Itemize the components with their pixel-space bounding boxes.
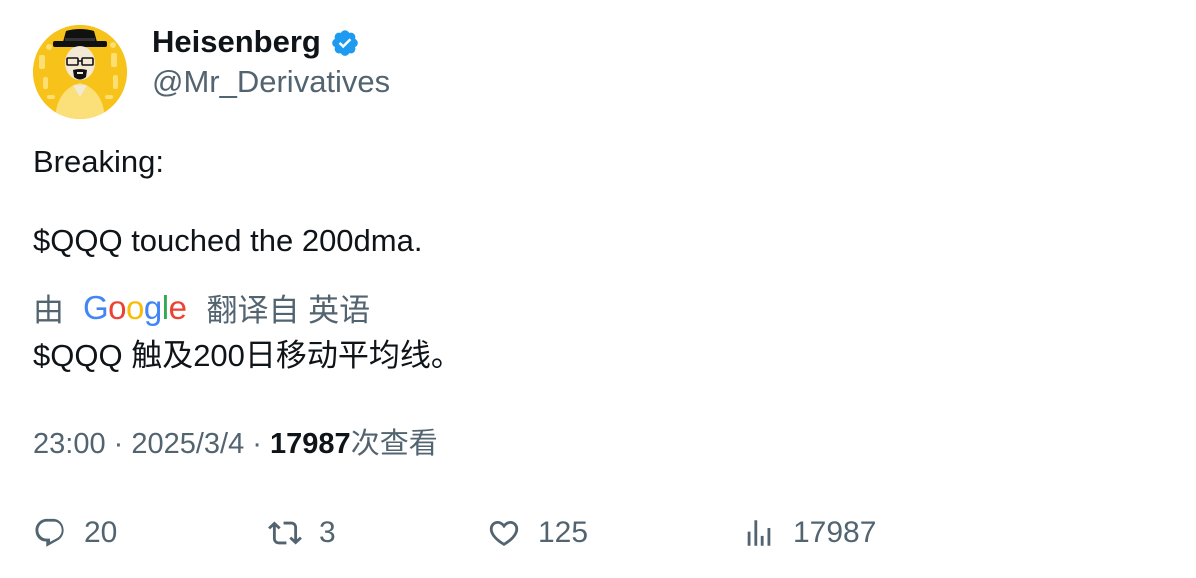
views-action-count: 17987 (793, 516, 877, 549)
tweet-date[interactable]: 2025/3/4 (131, 428, 244, 460)
tweet-meta: 23:00 · 2025/3/4 · 17987次查看 (33, 424, 438, 464)
retweet-icon (268, 516, 302, 550)
google-letter: o (126, 289, 144, 326)
action-bar: 20 3 125 17987 (0, 508, 1196, 558)
views-button[interactable]: 17987 (742, 508, 876, 558)
translation-suffix: 翻译自 英语 (206, 292, 371, 328)
meta-separator: · (105, 428, 132, 460)
reply-count: 20 (84, 516, 118, 549)
retweet-button[interactable]: 3 (268, 508, 336, 558)
heisenberg-avatar-icon (33, 25, 127, 119)
retweet-count: 3 (319, 516, 336, 549)
like-count: 125 (538, 516, 589, 549)
reply-icon (33, 516, 67, 550)
avatar[interactable] (33, 25, 127, 119)
meta-separator: · (244, 428, 271, 460)
views-label: 次查看 (350, 428, 438, 460)
translated-tweet-text: $QQQ 触及200日移动平均线。 (33, 338, 462, 373)
analytics-icon (742, 516, 776, 550)
google-letter: e (168, 289, 187, 326)
author-name-row[interactable]: Heisenberg (152, 22, 360, 62)
like-button[interactable]: 125 (487, 508, 588, 558)
translation-prefix: 由 (33, 292, 64, 328)
user-handle[interactable]: @Mr_Derivatives (152, 62, 390, 102)
reply-button[interactable]: 20 (33, 508, 117, 558)
verified-badge-icon (330, 28, 360, 58)
google-letter: l (161, 289, 169, 326)
tweet-text-line: $QQQ touched the 200dma. (33, 223, 423, 258)
tweet-text-line: Breaking: (33, 144, 164, 179)
google-letter: g (143, 289, 162, 326)
translation-attribution[interactable]: 由 Google 翻译自 英语 (33, 287, 371, 328)
tweet-card: Heisenberg @Mr_Derivatives Breaking: $QQ… (0, 0, 1196, 578)
google-letter: G (83, 289, 109, 326)
display-name[interactable]: Heisenberg (152, 22, 321, 62)
google-logo: Google (83, 289, 187, 327)
heart-icon (487, 516, 521, 550)
views-count: 17987 (270, 428, 351, 460)
google-letter: o (108, 289, 127, 326)
tweet-time[interactable]: 23:00 (33, 428, 106, 460)
